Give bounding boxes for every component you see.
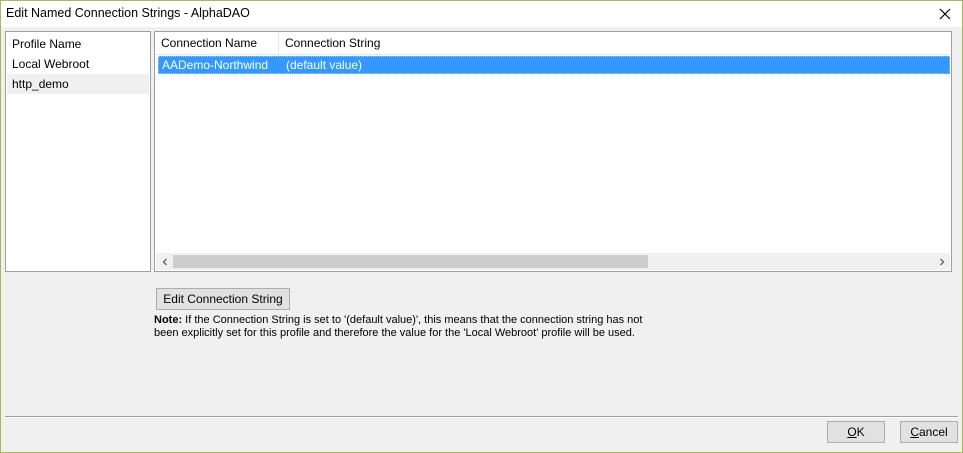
profile-item-label: Local Webroot [12,57,90,71]
close-icon [939,8,951,20]
scrollbar-thumb[interactable] [173,255,648,268]
profile-list[interactable]: Profile Name Local Webroot http_demo [5,31,151,272]
window-title: Edit Named Connection Strings - AlphaDAO [6,6,250,20]
profile-item-http-demo[interactable]: http_demo [7,74,149,94]
ok-button[interactable]: OK [827,421,885,443]
scroll-left-button[interactable] [156,253,173,270]
close-button[interactable] [928,1,962,27]
horizontal-scrollbar[interactable] [156,253,950,270]
profile-item-label: http_demo [12,77,69,91]
cancel-button[interactable]: Cancel [900,421,958,443]
profile-list-header: Profile Name [12,37,82,51]
ok-button-label: OK [847,425,865,439]
scroll-right-button[interactable] [933,253,950,270]
cell-connection-name: AADemo-Northwind [162,58,269,72]
chevron-right-icon [939,258,944,265]
chevron-left-icon [162,258,167,265]
table-row[interactable]: AADemo-Northwind (default value) [158,56,950,74]
note-text: Note: If the Connection String is set to… [154,314,664,340]
connection-grid[interactable]: Connection Name Connection String AADemo… [154,31,952,272]
column-header-connection-name[interactable]: Connection Name [155,32,279,55]
dialog-window: Edit Named Connection Strings - AlphaDAO… [0,0,963,453]
column-header-connection-string[interactable]: Connection String [279,32,479,55]
note-body: If the Connection String is set to '(def… [154,314,643,339]
footer-divider [5,416,958,418]
profile-item-local-webroot[interactable]: Local Webroot [7,54,149,74]
note-label: Note: [154,314,183,326]
cancel-button-label: Cancel [910,425,948,439]
cell-connection-string: (default value) [286,58,363,72]
title-bar[interactable]: Edit Named Connection Strings - AlphaDAO [1,1,962,27]
edit-connection-string-button[interactable]: Edit Connection String [156,288,290,310]
grid-header: Connection Name Connection String [155,32,951,55]
